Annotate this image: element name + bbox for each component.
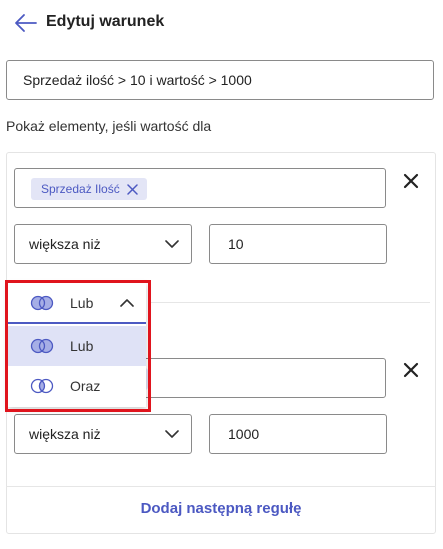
venn-or-icon <box>30 295 54 311</box>
rule-1-comparator-select[interactable]: większa niż <box>14 224 192 264</box>
operator-option-lub[interactable]: Lub <box>8 326 146 366</box>
condition-name-input[interactable] <box>6 60 434 100</box>
field-tag: Sprzedaż Ilość <box>31 178 147 200</box>
chevron-down-icon <box>165 240 179 248</box>
operator-option-oraz[interactable]: Oraz <box>8 366 146 406</box>
header: Edytuj warunek <box>0 0 443 46</box>
page-title: Edytuj warunek <box>46 13 165 30</box>
condition-hint: Pokaż elementy, jeśli wartość dla <box>6 118 212 134</box>
operator-option-label: Lub <box>70 338 94 354</box>
rule-2-value-input[interactable] <box>209 414 387 454</box>
rule-1-field-select[interactable]: Sprzedaż Ilość <box>14 168 386 208</box>
comparator-label: większa niż <box>29 236 101 252</box>
operator-dropdown: Lub Lub Oraz <box>8 283 146 407</box>
arrow-left-icon[interactable] <box>14 12 38 34</box>
operator-select[interactable]: Lub <box>8 283 146 324</box>
rule-divider <box>150 302 430 303</box>
operator-option-label: Oraz <box>70 378 101 394</box>
venn-or-icon <box>30 338 54 354</box>
rule-2-comparator-select[interactable]: większa niż <box>14 414 192 454</box>
tag-remove-icon[interactable] <box>126 183 138 195</box>
footer-divider <box>6 486 436 487</box>
venn-and-icon <box>30 378 54 394</box>
operator-current: Lub <box>70 294 94 311</box>
rule-1-value-input[interactable] <box>209 224 387 264</box>
chevron-up-icon <box>120 299 134 307</box>
add-rule-button[interactable]: Dodaj następną regułę <box>6 500 436 517</box>
remove-rule-2-icon[interactable] <box>401 360 421 380</box>
chevron-down-icon <box>165 430 179 438</box>
field-tag-label: Sprzedaż Ilość <box>41 182 120 196</box>
comparator-label: większa niż <box>29 426 101 442</box>
remove-rule-1-icon[interactable] <box>401 171 421 191</box>
